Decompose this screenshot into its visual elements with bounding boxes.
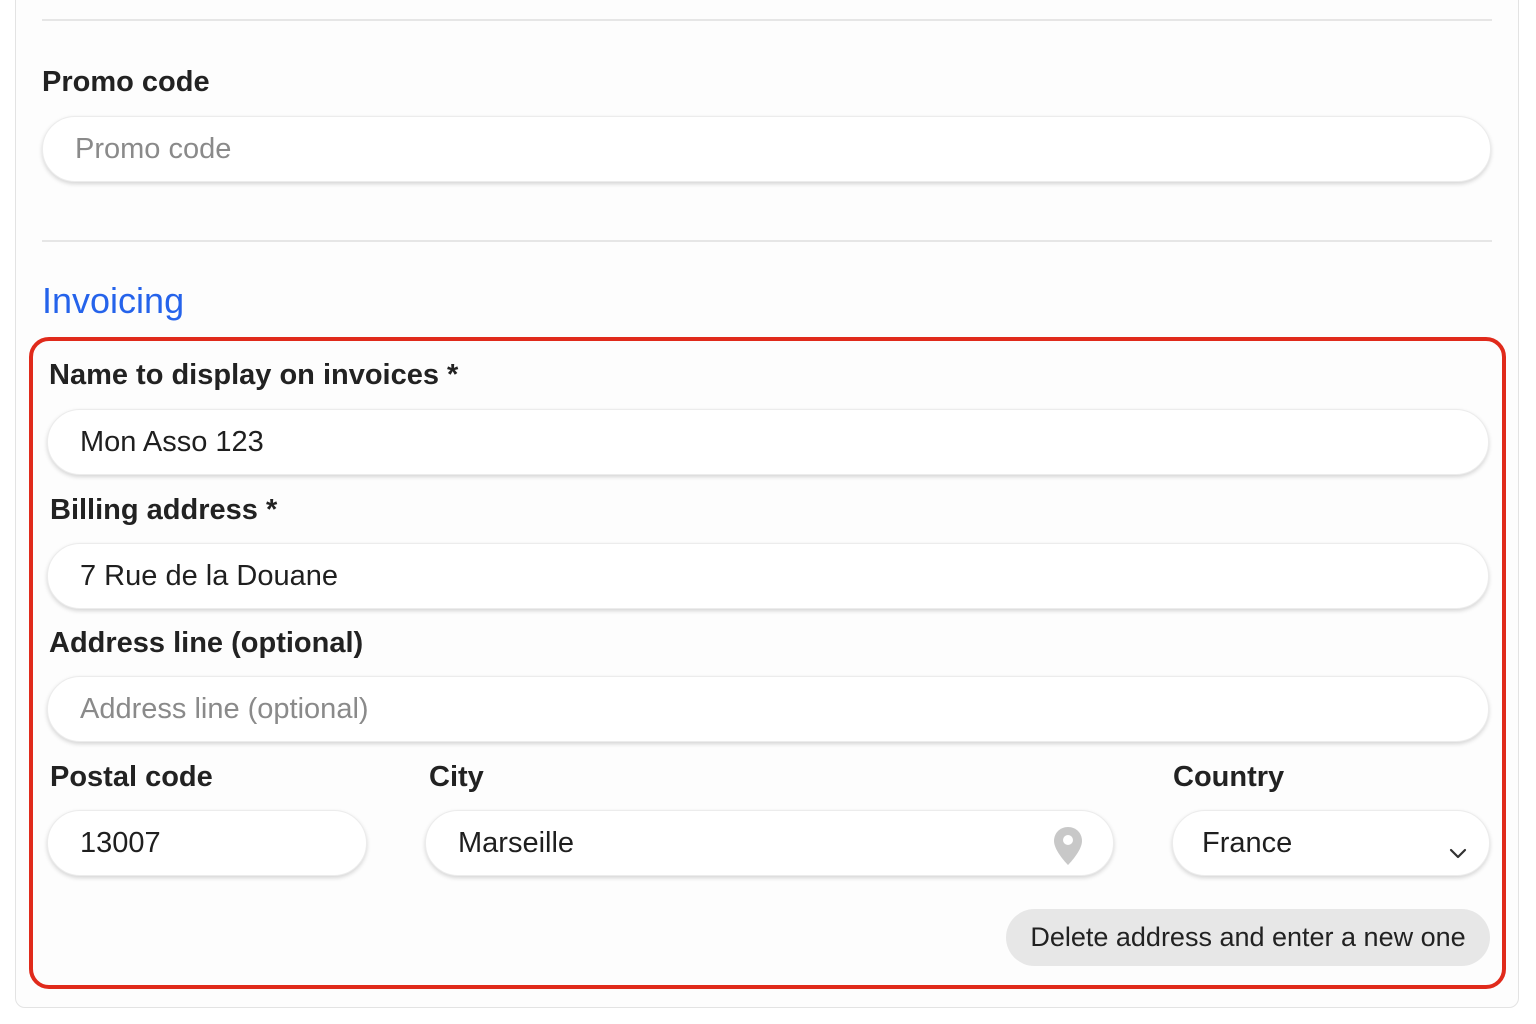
promo-code-input[interactable]: Promo code (42, 116, 1491, 182)
country-select[interactable]: France (1172, 810, 1490, 876)
address-line-placeholder: Address line (optional) (80, 692, 369, 725)
invoice-name-value: Mon Asso 123 (80, 425, 264, 458)
country-label: Country (1173, 761, 1285, 793)
city-value: Marseille (458, 826, 575, 859)
invoice-name-label: Name to display on invoices * (49, 359, 459, 391)
invoice-name-input[interactable]: Mon Asso 123 (47, 409, 1489, 475)
section-divider (42, 240, 1492, 242)
postal-code-label: Postal code (50, 761, 213, 793)
country-value: France (1202, 826, 1293, 859)
address-line-input[interactable]: Address line (optional) (47, 676, 1489, 742)
top-divider (42, 19, 1492, 21)
billing-address-value: 7 Rue de la Douane (80, 559, 338, 592)
promo-code-placeholder: Promo code (75, 132, 232, 165)
postal-code-value: 13007 (80, 826, 161, 859)
billing-address-label: Billing address * (50, 494, 278, 526)
address-line-label: Address line (optional) (49, 627, 364, 659)
city-label: City (429, 761, 484, 793)
billing-address-input[interactable]: 7 Rue de la Douane (47, 543, 1489, 609)
city-input[interactable]: Marseille (425, 810, 1114, 876)
promo-code-label: Promo code (42, 66, 210, 98)
invoicing-heading: Invoicing (42, 280, 185, 321)
chevron-down-icon (1449, 835, 1467, 868)
delete-address-button[interactable]: Delete address and enter a new one (1006, 909, 1490, 966)
location-pin-icon[interactable] (1053, 826, 1083, 874)
postal-code-input[interactable]: 13007 (47, 810, 367, 876)
